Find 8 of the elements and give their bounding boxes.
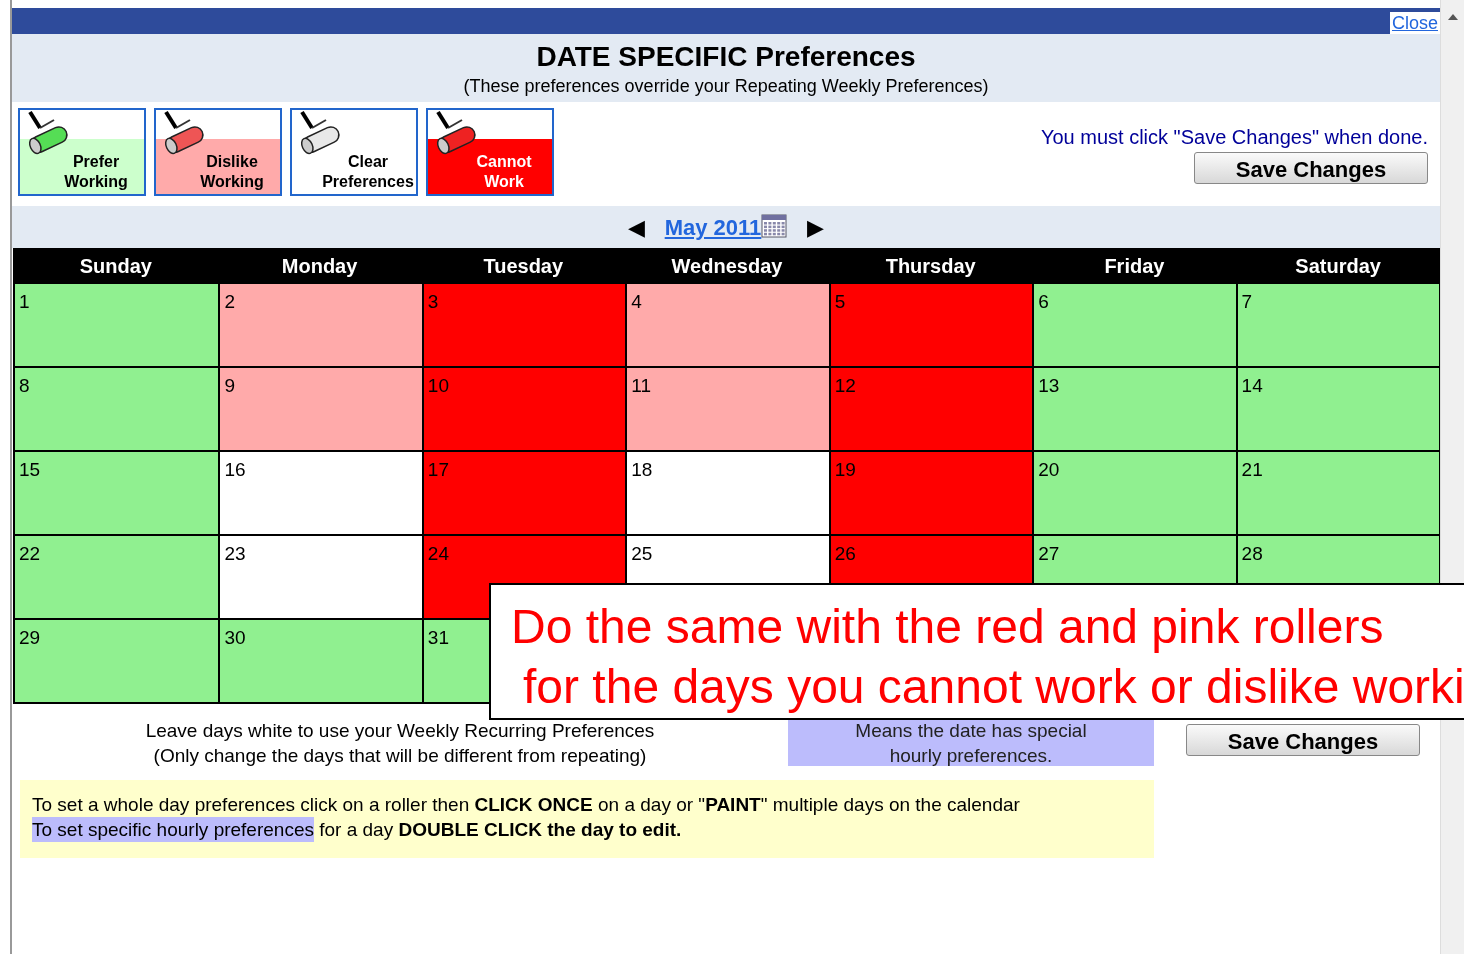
instruction-text: To set a whole day preferences click on a roller then CLICK ONCE on a day or "PAINT" multiple days on the calendar [32, 793, 1021, 817]
save-hint: You must click "Save Changes" when done. [1040, 125, 1428, 150]
highlighted-instruction: To set specific hourly preferences [32, 817, 314, 842]
legend-text: (Only change the days that will be different from repeating) [153, 744, 647, 768]
legend-text: Leave days white to use your Weekly Recurring Preferences [145, 719, 655, 743]
instruction-text: for a day DOUBLE CLICK the day to edit. [318, 818, 682, 842]
page-title: DATE SPECIFIC Preferences [536, 40, 916, 74]
page-subtitle: (These preferences override your Repeating Weekly Preferences) [463, 75, 989, 98]
